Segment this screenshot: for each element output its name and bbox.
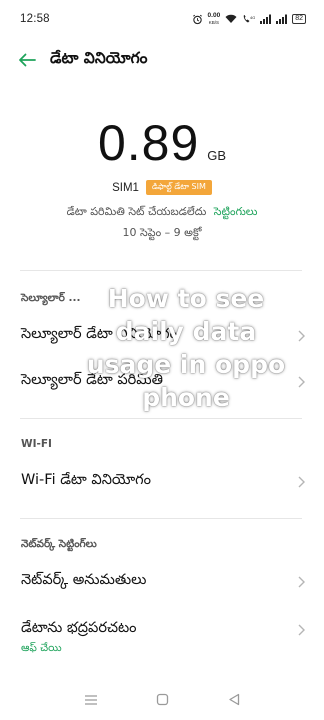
- sim-label: SIM1: [112, 181, 139, 194]
- default-sim-badge: డిఫాల్ట్ డేటా SIM: [145, 180, 212, 195]
- watermark-line: usage in oppo: [86, 350, 286, 379]
- data-saver-status: ఆఫ్ చేయి: [21, 642, 62, 654]
- wifi-icon: [225, 14, 237, 24]
- alarm-icon: [192, 14, 203, 25]
- network-permissions-row[interactable]: నెట్‌వర్క్ అనుమతులు: [0, 562, 324, 602]
- status-time: 12:58: [20, 13, 50, 25]
- network-section-label: నెట్‌వర్క్ సెట్టింగ్‌లు: [21, 538, 97, 550]
- data-saver-label: డేటాను భద్రపరచటం: [21, 620, 137, 636]
- divider: [20, 518, 302, 519]
- back-button[interactable]: [6, 44, 48, 76]
- signal-icon-2: [276, 14, 288, 24]
- data-limit-text: డేటా పరిమితి సెట్ చేయబడలేదు: [66, 205, 207, 218]
- network-speed-value: 0.00: [207, 12, 221, 19]
- svg-text:4G: 4G: [250, 15, 255, 20]
- menu-icon[interactable]: [84, 691, 98, 710]
- usage-unit: GB: [207, 148, 227, 163]
- signal-icon-1: [260, 14, 272, 24]
- chevron-right-icon: [296, 575, 306, 589]
- watermark-line: daily data: [115, 317, 257, 346]
- usage-value: 0.89: [97, 115, 200, 171]
- wifi-data-usage-row[interactable]: Wi-Fi డేటా వినియోగం: [0, 462, 324, 502]
- status-bar: 12:58 0.00 KB/S 4G 82: [0, 0, 324, 38]
- watermark-line: phone: [142, 383, 230, 412]
- network-speed-unit: KB/S: [208, 20, 219, 25]
- home-icon[interactable]: [156, 691, 169, 710]
- status-icons: 0.00 KB/S 4G 82: [192, 12, 306, 26]
- billing-period: 10 సెప్టెం – 9 అక్టో: [122, 226, 202, 239]
- back-triangle-icon[interactable]: [228, 691, 240, 710]
- divider: [20, 418, 302, 419]
- sim-row: SIM1 డిఫాల్ట్ డేటా SIM: [0, 180, 324, 195]
- tutorial-watermark: How to see daily data usage in oppo phon…: [66, 282, 306, 414]
- network-speed: 0.00 KB/S: [208, 12, 221, 26]
- wifi-data-usage-label: Wi-Fi డేటా వినియోగం: [21, 472, 151, 488]
- navigation-bar: [0, 683, 324, 717]
- chevron-right-icon: [296, 623, 306, 637]
- wifi-section-label: WI-FI: [21, 438, 52, 450]
- data-limit-row: డేటా పరిమితి సెట్ చేయబడలేదు సెట్టింగులు: [0, 205, 324, 221]
- page-title: డేటా వినియోగం: [50, 49, 148, 67]
- battery-icon: 82: [292, 14, 306, 24]
- chevron-right-icon: [296, 475, 306, 489]
- settings-link[interactable]: సెట్టింగులు: [214, 205, 258, 218]
- volte-icon: 4G: [242, 14, 255, 24]
- divider: [20, 270, 302, 271]
- back-arrow-icon: [19, 53, 36, 67]
- network-permissions-label: నెట్‌వర్క్ అనుమతులు: [21, 572, 147, 588]
- usage-summary: 0.89 GB: [0, 114, 324, 172]
- watermark-line: How to see: [107, 284, 265, 313]
- header: డేటా వినియోగం: [0, 44, 324, 76]
